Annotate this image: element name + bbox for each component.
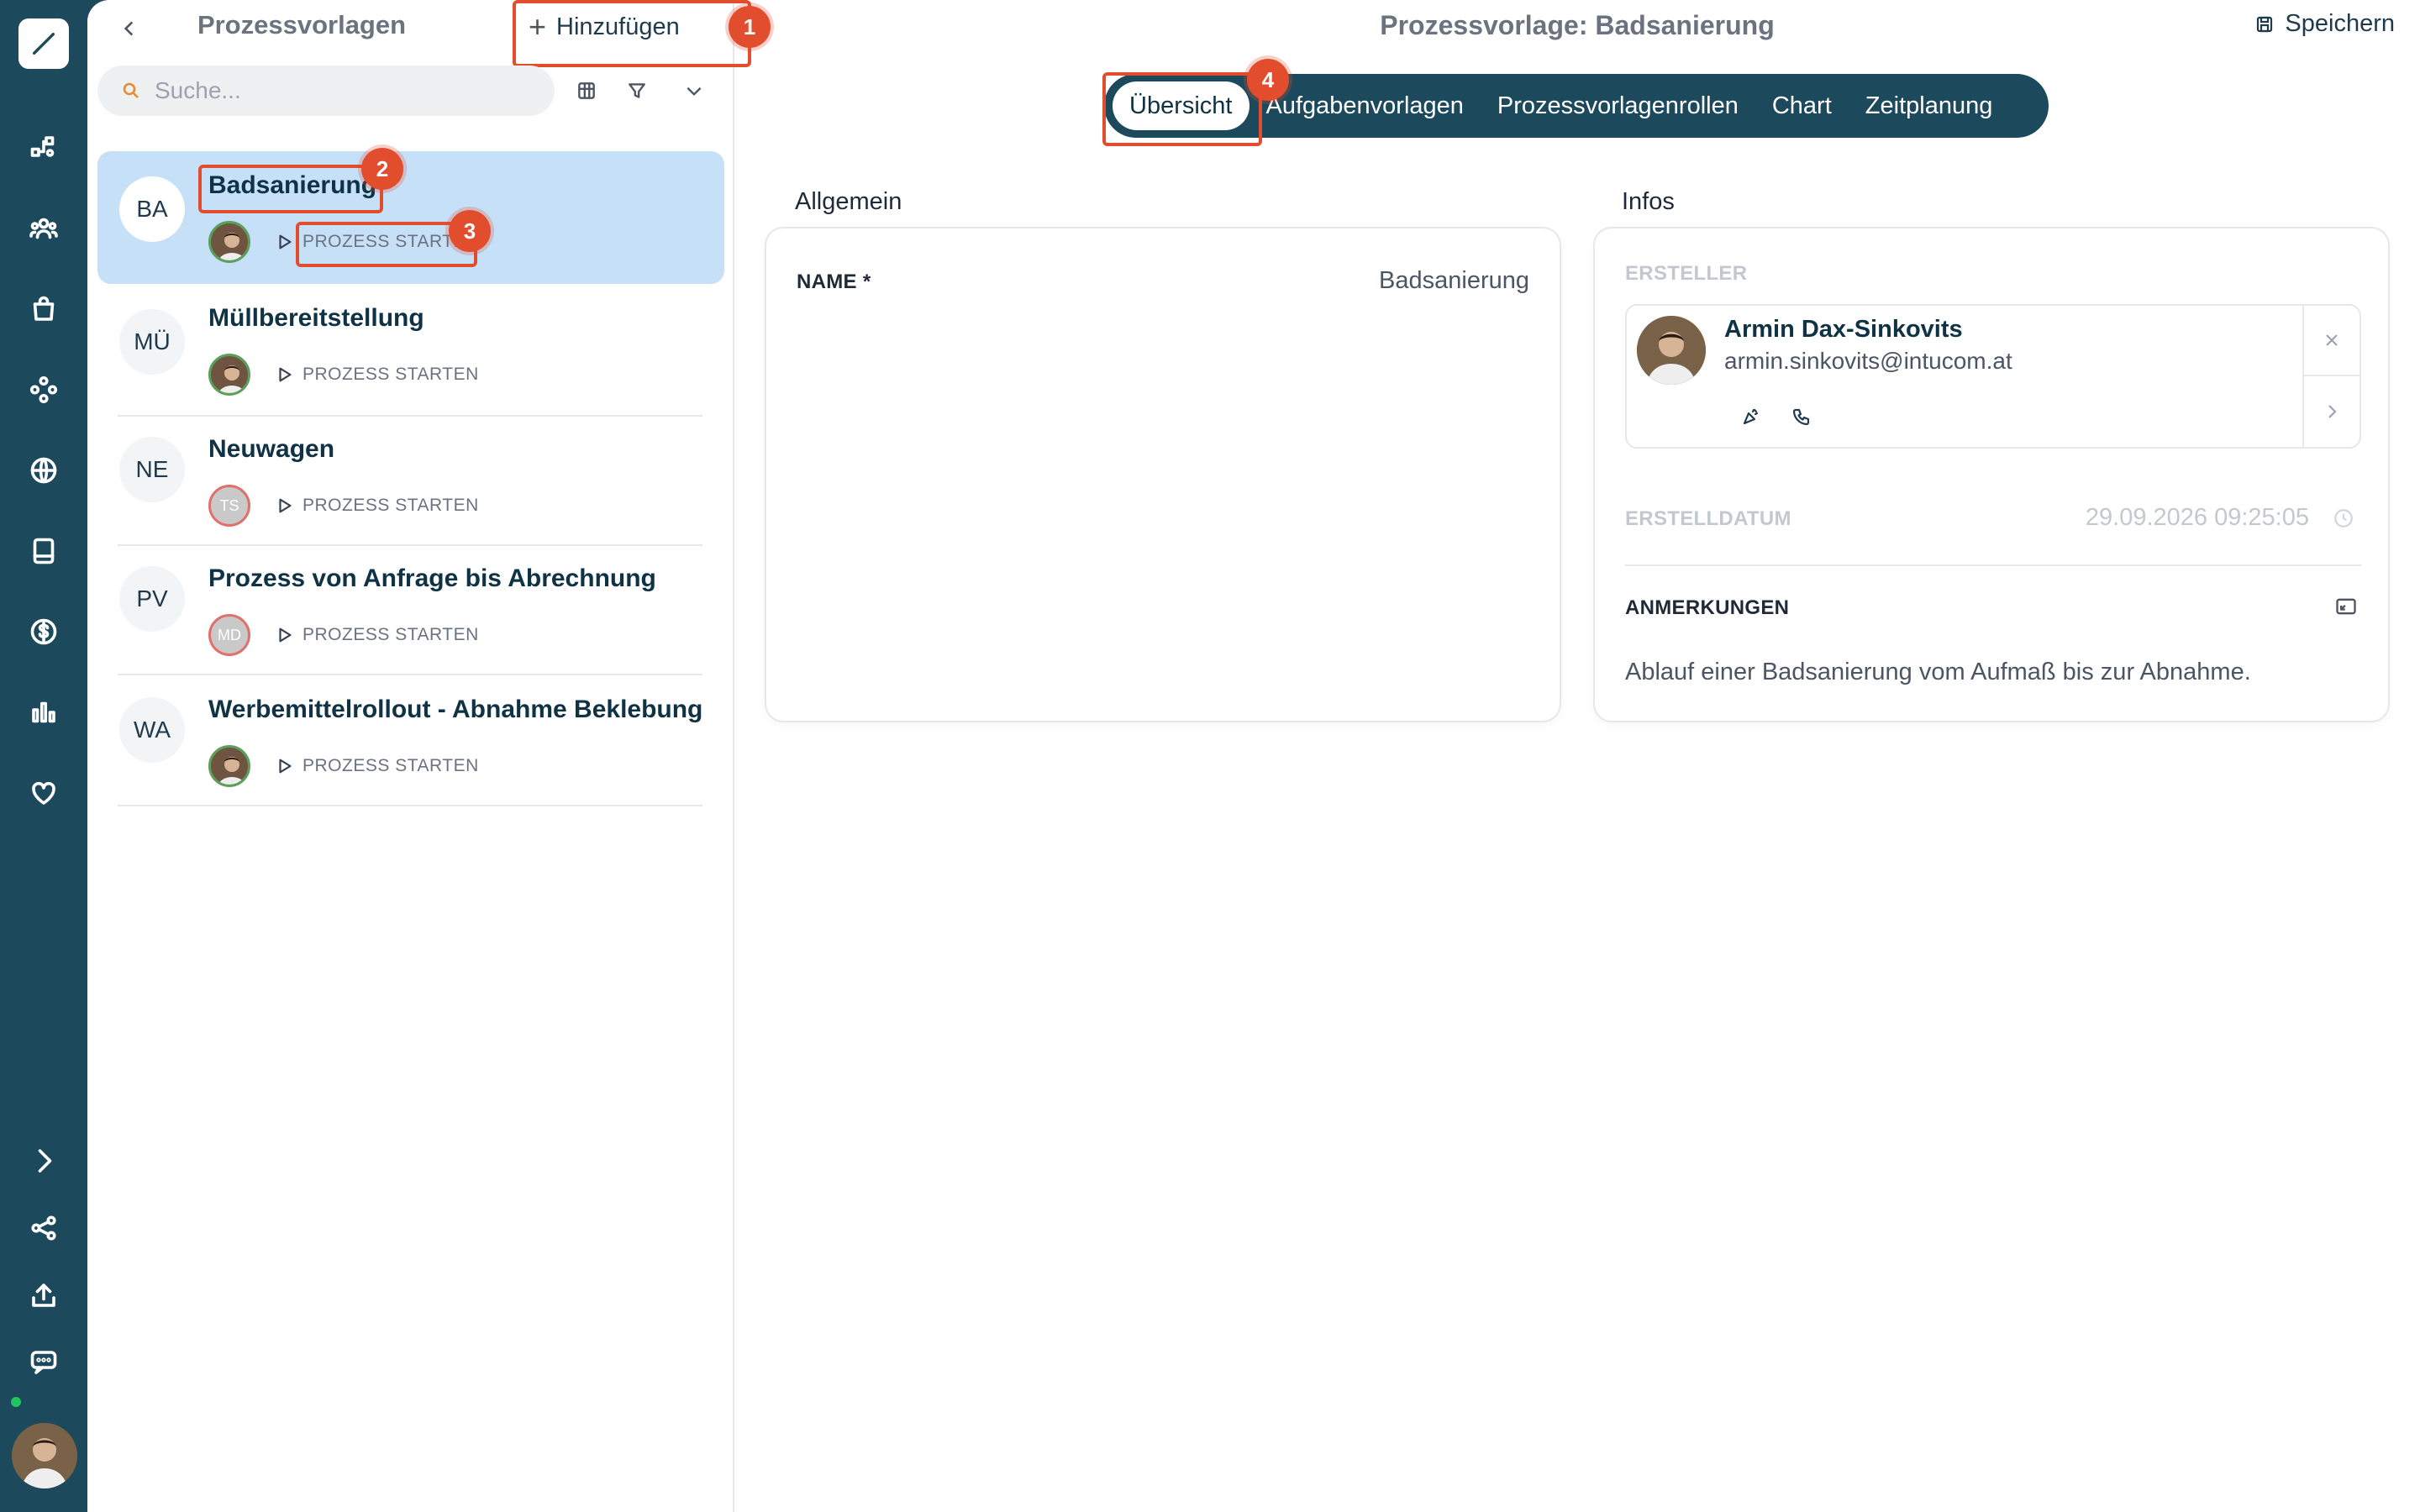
search-bar[interactable] bbox=[97, 66, 555, 116]
save-icon bbox=[2257, 16, 2273, 32]
infos-card: ERSTELLER Armin Dax-Sinkovits armin.sink… bbox=[1593, 227, 2390, 722]
chevron-right-icon[interactable] bbox=[2302, 376, 2360, 447]
play-icon bbox=[276, 626, 294, 644]
item-title[interactable]: Werbemittelrollout - Abnahme Beklebung bbox=[208, 696, 702, 724]
start-process-link[interactable]: PROZESS STARTEN bbox=[302, 756, 479, 776]
creator-contact-card[interactable]: Armin Dax-Sinkovits armin.sinkovits@intu… bbox=[1625, 304, 2361, 449]
clock-icon bbox=[2333, 507, 2354, 529]
item-title[interactable]: Prozess von Anfrage bis Abrechnung bbox=[208, 564, 656, 593]
annotation-badge-2: 2 bbox=[361, 148, 403, 190]
chevron-left-icon bbox=[124, 21, 134, 36]
item-initials: NE bbox=[119, 437, 185, 502]
chart-icon[interactable] bbox=[18, 687, 69, 738]
party-icon[interactable] bbox=[1736, 402, 1766, 432]
creator-name: Armin Dax-Sinkovits bbox=[1724, 316, 1963, 343]
item-meta: PROZESS STARTEN bbox=[208, 744, 479, 788]
chevron-down-icon[interactable] bbox=[677, 74, 711, 108]
search-input[interactable] bbox=[155, 77, 508, 104]
annotation-badge-4: 4 bbox=[1247, 59, 1289, 101]
save-button[interactable]: Speichern bbox=[2254, 10, 2395, 38]
start-process-link[interactable]: PROZESS STARTEN bbox=[302, 496, 479, 516]
save-button-label: Speichern bbox=[2285, 10, 2395, 37]
item-initials: MÜ bbox=[119, 309, 185, 375]
creator-label: ERSTELLER bbox=[1625, 262, 1748, 285]
item-initials: WA bbox=[119, 697, 185, 763]
general-card: NAME * Badsanierung bbox=[765, 227, 1561, 722]
detail-title: Prozessvorlage: Badsanierung bbox=[1380, 10, 1775, 40]
share-icon[interactable] bbox=[18, 1203, 69, 1253]
owner-avatar bbox=[208, 745, 250, 787]
list-item-werbemittelrollout[interactable]: WA Werbemittelrollout - Abnahme Beklebun… bbox=[97, 677, 724, 810]
infos-divider bbox=[1625, 564, 2361, 566]
notes-label: ANMERKUNGEN bbox=[1625, 596, 1790, 619]
annotation-badge-3: 3 bbox=[449, 210, 491, 252]
created-date-value: 29.09.2026 09:25:05 bbox=[2085, 504, 2309, 531]
list-divider bbox=[118, 805, 702, 806]
tab-chart[interactable]: Chart bbox=[1755, 81, 1849, 130]
play-icon bbox=[276, 757, 294, 775]
filter-icon[interactable] bbox=[620, 74, 654, 108]
name-field-label: NAME * bbox=[797, 270, 871, 293]
template-list-panel: Prozessvorlagen + Hinzufügen 1 BA Badsan… bbox=[87, 0, 771, 1512]
dollar-icon[interactable] bbox=[18, 606, 69, 657]
item-title[interactable]: Müllbereitstellung bbox=[208, 304, 424, 333]
list-item-prozess-anfrage-abrechnung[interactable]: PV Prozess von Anfrage bis Abrechnung MD… bbox=[97, 546, 724, 679]
item-meta: PROZESS STARTEN bbox=[208, 353, 479, 396]
item-meta: MD PROZESS STARTEN bbox=[208, 613, 479, 657]
created-date-label: ERSTELLDATUM bbox=[1625, 507, 1791, 530]
process-icon[interactable] bbox=[18, 123, 69, 173]
owner-initials: MD bbox=[208, 614, 250, 656]
tab-zeitplanung[interactable]: Zeitplanung bbox=[1849, 81, 2010, 130]
item-initials: BA bbox=[119, 176, 185, 242]
annotation-box-1 bbox=[513, 0, 751, 67]
notes-value[interactable]: Ablauf einer Badsanierung vom Aufmaß bis… bbox=[1625, 659, 2251, 686]
annotation-box-2 bbox=[198, 165, 383, 213]
item-title[interactable]: Neuwagen bbox=[208, 435, 334, 464]
user-avatar[interactable] bbox=[12, 1423, 77, 1488]
item-initials: PV bbox=[119, 566, 185, 632]
network-icon[interactable] bbox=[18, 365, 69, 415]
heart-icon[interactable] bbox=[18, 768, 69, 818]
play-icon bbox=[276, 496, 294, 515]
owner-avatar bbox=[208, 354, 250, 396]
list-divider bbox=[118, 674, 702, 675]
item-meta: TS PROZESS STARTEN bbox=[208, 484, 479, 528]
expand-notes-icon[interactable] bbox=[2334, 595, 2358, 618]
list-title: Prozessvorlagen bbox=[197, 10, 407, 39]
owner-initials: TS bbox=[208, 485, 250, 527]
creator-avatar bbox=[1637, 316, 1706, 385]
play-icon bbox=[276, 365, 294, 384]
play-icon bbox=[276, 233, 294, 251]
expand-icon[interactable] bbox=[18, 1136, 69, 1186]
left-rail bbox=[0, 0, 87, 1512]
search-icon bbox=[123, 82, 139, 98]
bag-icon[interactable] bbox=[18, 284, 69, 334]
phone-icon[interactable] bbox=[1786, 402, 1817, 432]
upload-icon[interactable] bbox=[18, 1270, 69, 1320]
start-process-link[interactable]: PROZESS STARTEN bbox=[302, 365, 479, 385]
tab-prozessvorlagenrollen[interactable]: Prozessvorlagenrollen bbox=[1481, 81, 1755, 130]
main-area: Prozessvorlagen + Hinzufügen 1 BA Badsan… bbox=[87, 0, 2420, 1512]
list-item-muellbereitstellung[interactable]: MÜ Müllbereitstellung PROZESS STARTEN bbox=[97, 284, 724, 417]
infos-section-label: Infos bbox=[1622, 188, 1675, 215]
table-view-icon[interactable] bbox=[570, 74, 603, 108]
online-status-dot bbox=[8, 1394, 24, 1410]
logo-icon[interactable] bbox=[18, 18, 69, 69]
name-field-value[interactable]: Badsanierung bbox=[1379, 267, 1529, 295]
close-icon[interactable] bbox=[2302, 306, 2360, 376]
annotation-box-4 bbox=[1102, 72, 1262, 146]
creator-email[interactable]: armin.sinkovits@intucom.at bbox=[1724, 348, 2012, 375]
general-section-label: Allgemein bbox=[795, 188, 902, 215]
users-icon[interactable] bbox=[18, 203, 69, 254]
chat-icon[interactable] bbox=[18, 1337, 69, 1388]
list-item-neuwagen[interactable]: NE Neuwagen TS PROZESS STARTEN bbox=[97, 417, 724, 549]
owner-avatar bbox=[208, 221, 250, 263]
start-process-link[interactable]: PROZESS STARTEN bbox=[302, 625, 479, 645]
back-button[interactable] bbox=[113, 12, 146, 45]
globe-icon[interactable] bbox=[18, 445, 69, 496]
book-icon[interactable] bbox=[18, 526, 69, 576]
